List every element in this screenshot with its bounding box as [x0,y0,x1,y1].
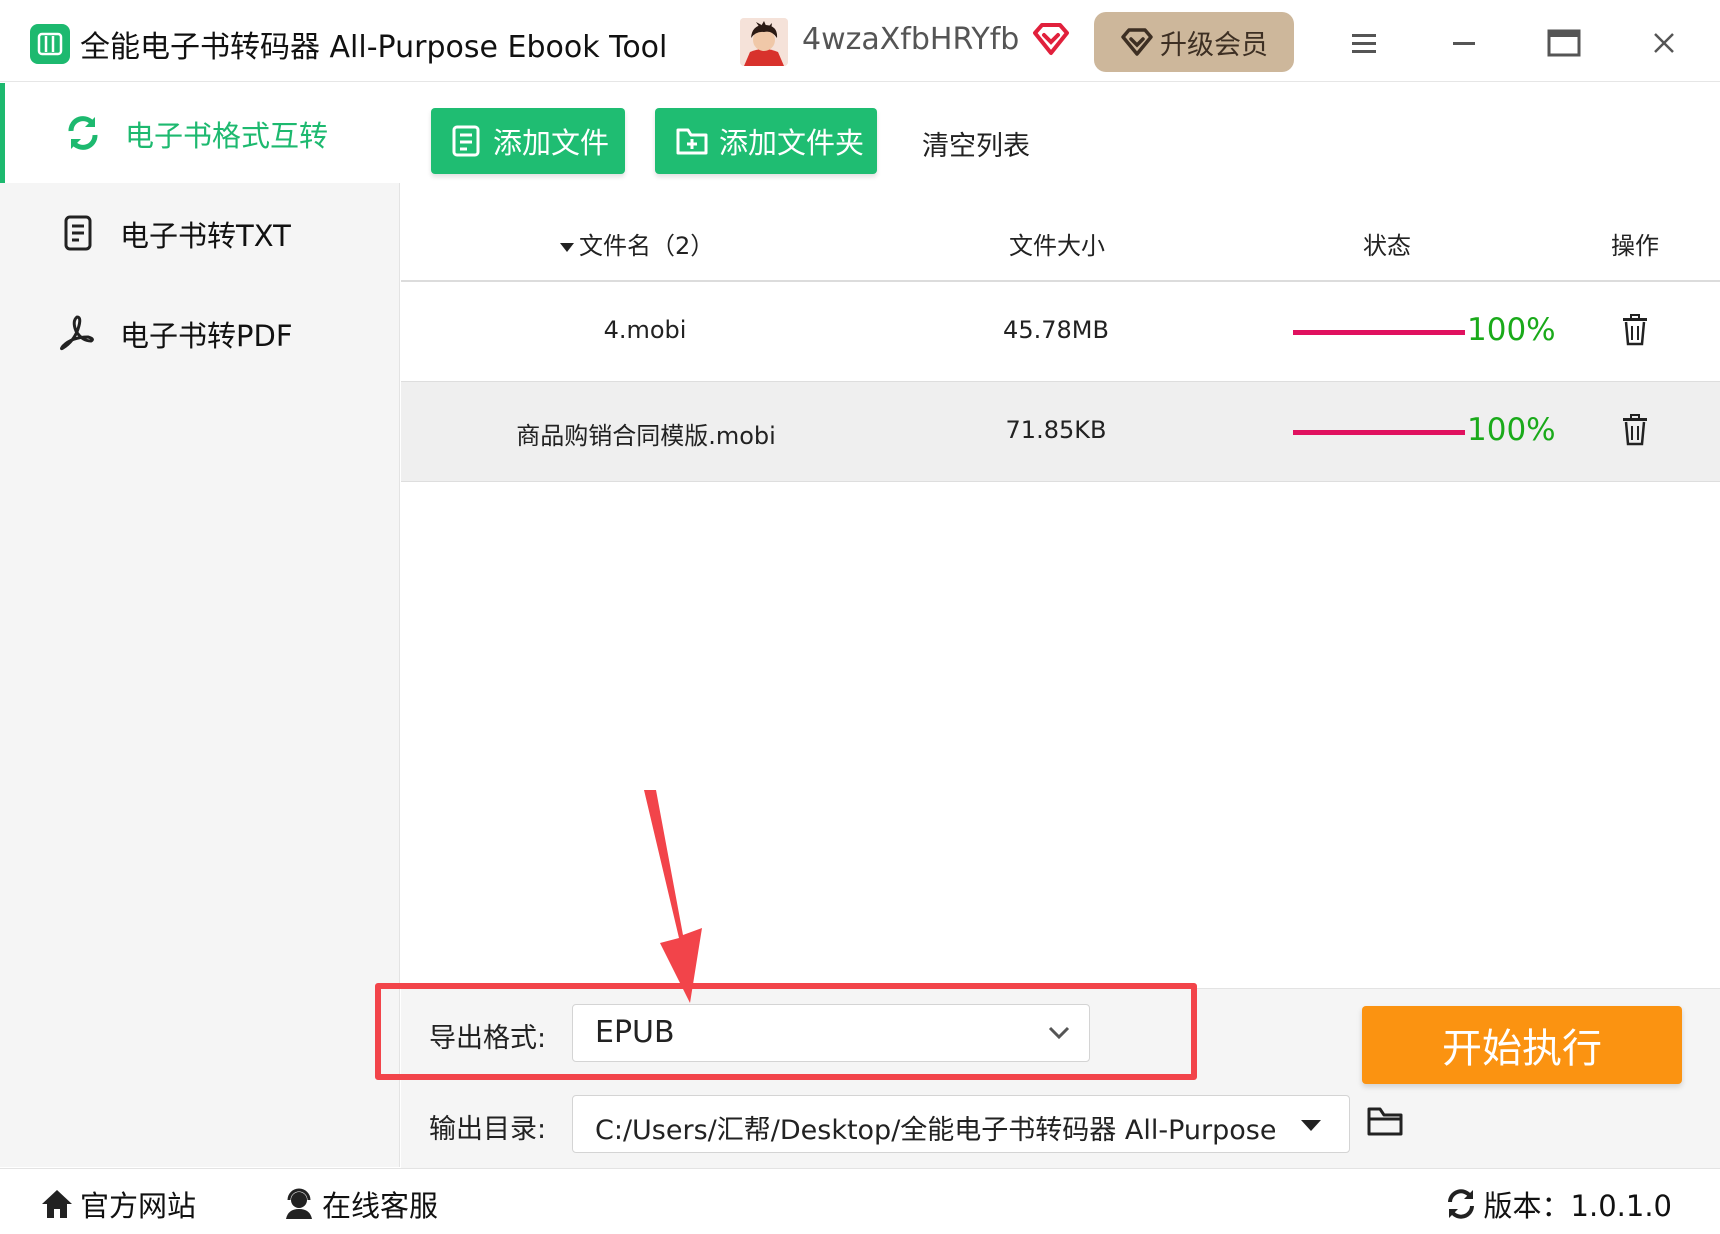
hamburger-icon [1352,34,1376,53]
sidebar: 电子书格式互转 电子书转TXT 电子书转PDF [0,83,400,1167]
footer: 官方网站 在线客服 版本：1.0.1.0 [0,1168,1720,1234]
window-title: 全能电子书转码器 All-Purpose Ebook Tool [80,30,668,65]
minimize-button[interactable] [1439,18,1489,68]
minimize-icon [1453,42,1475,45]
action-column-header: 操作 [1611,232,1659,260]
file-name: 4.mobi [603,316,687,344]
filename-header-label: 文件名（2） [579,232,715,260]
filename-column-header[interactable]: 文件名（2） [559,226,714,261]
file-size: 45.78MB [1003,316,1109,344]
maximize-button[interactable] [1539,18,1589,68]
progress-bar [1293,430,1465,435]
export-format-value: EPUB [595,1015,675,1050]
upgrade-vip-label: 升级会员 [1160,29,1268,61]
sort-down-icon [560,243,574,252]
clear-list-button[interactable]: 清空列表 [922,124,1030,163]
caret-down-icon [1301,1120,1321,1131]
home-icon [42,1190,72,1218]
user-avatar-icon [740,18,788,66]
diamond-icon [1121,28,1153,56]
version-label: 版本：1.0.1.0 [1483,1189,1672,1223]
close-button[interactable] [1639,18,1689,68]
progress-label: 100% [1467,412,1556,448]
upgrade-vip-button[interactable]: 升级会员 [1094,12,1294,72]
table-row[interactable]: 商品购销合同模版.mobi 71.85KB 100% [401,382,1720,482]
add-folder-label: 添加文件夹 [719,126,865,160]
export-format-label: 导出格式: [429,1023,547,1054]
vip-diamond-icon [1032,22,1070,60]
username: 4wzaXfbHRYfb [802,22,1020,57]
online-support-label: 在线客服 [322,1189,439,1223]
avatar[interactable] [740,18,788,66]
sidebar-item-format-convert[interactable]: 电子书格式互转 [0,83,400,183]
add-file-icon [452,125,480,157]
close-icon [1654,33,1674,53]
output-dir-value: C:/Users/汇帮/Desktop/全能电子书转码器 All-Purpose… [595,1115,1275,1146]
official-website-link[interactable]: 官方网站 [40,1183,196,1225]
add-file-label: 添加文件 [493,126,610,160]
chevron-down-icon [1048,1026,1070,1040]
sidebar-item-to-pdf[interactable]: 电子书转PDF [0,283,400,383]
progress-bar [1293,330,1465,335]
refresh-icon [68,116,98,150]
open-folder-icon[interactable] [1366,1104,1406,1138]
sidebar-item-to-txt[interactable]: 电子书转TXT [0,183,400,283]
version-info: 版本：1.0.1.0 [1444,1183,1672,1225]
official-website-label: 官方网站 [80,1189,197,1223]
sidebar-item-label: 电子书格式互转 [125,119,329,153]
file-table-header: 文件名（2） 文件大小 状态 操作 [401,196,1720,282]
update-icon [1447,1189,1474,1219]
progress-label: 100% [1467,312,1556,348]
size-column-header: 文件大小 [1009,232,1105,260]
app-logo-icon [30,24,70,64]
document-icon [64,215,92,251]
add-folder-button[interactable]: 添加文件夹 [655,108,877,174]
sidebar-item-label: 电子书转PDF [120,319,293,353]
add-file-button[interactable]: 添加文件 [431,108,625,174]
delete-icon[interactable] [1621,414,1649,446]
sidebar-item-label: 电子书转TXT [120,219,291,253]
file-size: 71.85KB [1005,416,1107,444]
export-format-select[interactable]: EPUB [572,1004,1090,1062]
output-dir-label: 输出目录: [429,1114,547,1145]
title-bar: 全能电子书转码器 All-Purpose Ebook Tool 4wzaXfbH… [0,0,1720,82]
add-folder-icon [676,128,708,155]
support-agent-icon [286,1188,312,1219]
start-button[interactable]: 开始执行 [1362,1006,1682,1084]
file-name: 商品购销合同模版.mobi [516,422,776,450]
online-support-link[interactable]: 在线客服 [282,1183,438,1225]
delete-icon[interactable] [1621,314,1649,346]
pdf-icon [60,315,94,351]
menu-button[interactable] [1339,18,1389,68]
table-row[interactable]: 4.mobi 45.78MB 100% [401,282,1720,382]
maximize-icon [1547,29,1581,57]
status-column-header: 状态 [1363,232,1411,260]
output-dir-select[interactable]: C:/Users/汇帮/Desktop/全能电子书转码器 All-Purpose… [572,1095,1350,1153]
